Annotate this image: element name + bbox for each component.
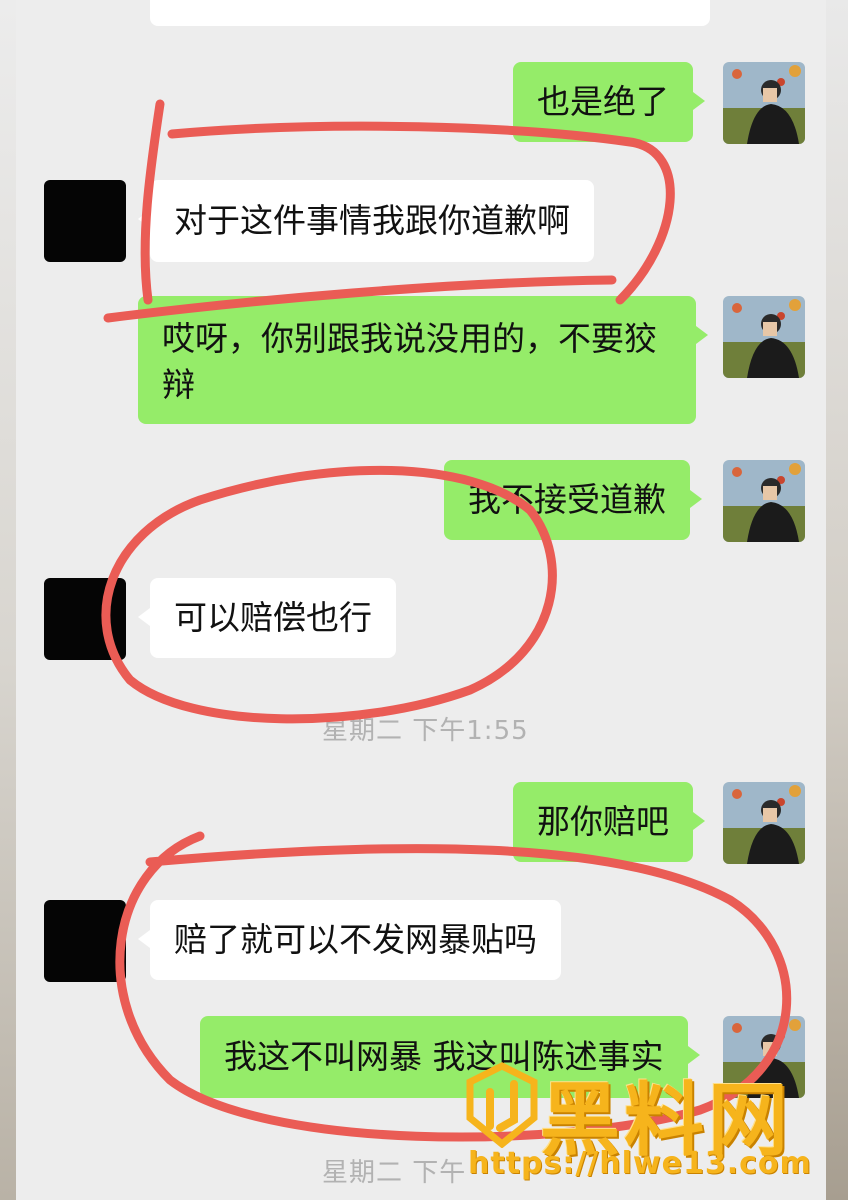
message-text: 赔了就可以不发网暴贴吗 — [174, 920, 537, 959]
message-bubble-cutoff — [150, 0, 710, 26]
message-bubble-sent[interactable]: 那你赔吧 — [513, 782, 705, 862]
avatar-photo-icon — [723, 62, 805, 144]
message-timestamp: 星期二 下午 — [322, 1158, 467, 1188]
watermark: 黑料网 https://hlwe13.com — [462, 1062, 822, 1182]
watermark-logo-icon — [466, 1062, 538, 1148]
contact-avatar[interactable] — [44, 180, 126, 262]
user-avatar[interactable] — [723, 62, 805, 144]
message-timestamp: 星期二 下午1:55 — [322, 716, 529, 746]
message-bubble-received[interactable]: 对于这件事情我跟你道歉啊 — [138, 180, 594, 262]
contact-avatar[interactable] — [44, 900, 126, 982]
avatar-photo-icon — [723, 782, 805, 864]
watermark-url: https://hlwe13.com — [468, 1146, 812, 1181]
message-bubble-sent[interactable]: 也是绝了 — [513, 62, 705, 142]
message-bubble-received[interactable]: 可以赔偿也行 — [138, 578, 396, 658]
message-bubble-sent[interactable]: 我不接受道歉 — [444, 460, 702, 540]
avatar-photo-icon — [723, 460, 805, 542]
message-text: 可以赔偿也行 — [174, 598, 372, 637]
message-bubble-sent[interactable]: 哎呀，你别跟我说没用的，不要狡辩 — [138, 296, 708, 424]
user-avatar[interactable] — [723, 296, 805, 378]
user-avatar[interactable] — [723, 460, 805, 542]
avatar-photo-icon — [723, 296, 805, 378]
background-edge-right — [826, 0, 848, 1200]
message-text: 也是绝了 — [537, 82, 669, 121]
message-text: 我不接受道歉 — [468, 480, 666, 519]
user-avatar[interactable] — [723, 782, 805, 864]
message-text: 哎呀，你别跟我说没用的，不要狡辩 — [162, 319, 657, 404]
message-text: 对于这件事情我跟你道歉啊 — [174, 201, 570, 240]
message-bubble-received[interactable]: 赔了就可以不发网暴贴吗 — [138, 900, 561, 980]
chat-area[interactable]: 也是绝了 对于这件事情我跟你道歉啊 哎呀，你别跟我说没用的，不要狡辩 我不接受道… — [16, 0, 826, 1200]
contact-avatar[interactable] — [44, 578, 126, 660]
message-text: 那你赔吧 — [537, 802, 669, 841]
